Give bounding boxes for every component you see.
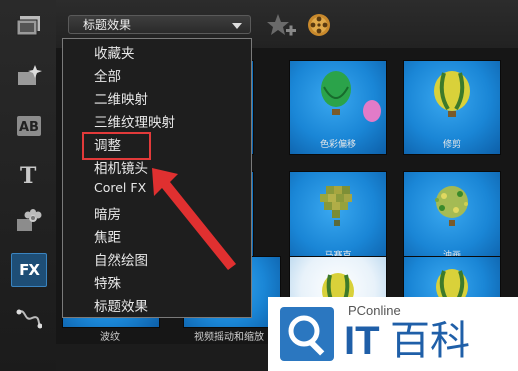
title-t-icon: T — [20, 163, 37, 186]
svg-text:T: T — [20, 163, 37, 186]
thumb-caption: 色彩偏移 — [319, 140, 356, 150]
watermark-brand-cn: 百科 — [390, 318, 470, 364]
menu-item[interactable]: 焦距 — [94, 226, 121, 246]
watermark: PConline IT 百科 — [268, 297, 518, 371]
highlight-box — [82, 132, 151, 160]
menu-item[interactable]: 特殊 — [94, 272, 121, 292]
chevron-down-icon — [232, 23, 242, 29]
add-star-icon[interactable] — [267, 13, 297, 39]
svg-text:AB: AB — [19, 120, 39, 135]
sidebar-item-path[interactable] — [12, 302, 46, 334]
menu-item[interactable]: 暗房 — [94, 203, 121, 223]
sidebar-item-instant-project[interactable] — [12, 60, 46, 92]
filmstrip-icon — [16, 16, 40, 36]
menu-item[interactable]: 三维纹理映射 — [94, 111, 175, 131]
watermark-brand-latin: IT — [344, 319, 380, 363]
menu-item[interactable]: 标题效果 — [94, 295, 148, 315]
menu-item[interactable]: 二维映射 — [94, 88, 148, 108]
balloon-image — [321, 71, 381, 122]
thumb-caption: 修剪 — [442, 140, 461, 150]
sidebar-item-filters[interactable]: FX — [11, 253, 47, 287]
effect-thumb[interactable]: 修剪 — [403, 60, 501, 155]
menu-item[interactable]: 自然绘图 — [94, 249, 148, 269]
fx-icon: FX — [19, 261, 40, 279]
motion-path-icon — [16, 309, 42, 329]
balloon-image — [434, 71, 470, 117]
flower-graphic-icon — [17, 209, 42, 231]
tool-sidebar: AB T FX — [0, 0, 57, 371]
sidebar-item-graphics[interactable] — [12, 205, 46, 237]
effect-thumb[interactable]: 色彩偏移 — [289, 60, 387, 155]
thumb-label: 波纹 — [100, 332, 120, 343]
category-dropdown-value: 标题效果 — [83, 18, 132, 32]
sidebar-item-title[interactable]: T — [12, 158, 46, 190]
menu-item[interactable]: Corel FX — [94, 180, 146, 195]
menu-item[interactable]: 全部 — [94, 65, 121, 85]
magnifier-logo-icon — [280, 307, 334, 361]
category-dropdown[interactable]: 标题效果 — [68, 15, 251, 34]
sidebar-item-transitions[interactable]: AB — [12, 110, 46, 142]
film-reel-icon[interactable] — [307, 13, 331, 37]
sparkle-film-icon — [18, 65, 42, 85]
ab-transition-icon: AB — [17, 116, 41, 136]
menu-item[interactable]: 收藏夹 — [94, 42, 135, 62]
pointer-arrow — [152, 168, 236, 270]
effect-thumb[interactable]: 马赛克 — [289, 171, 387, 266]
balloon-image — [320, 186, 352, 226]
sidebar-item-media[interactable] — [12, 10, 46, 42]
effect-thumb[interactable]: 油画 — [403, 171, 501, 266]
watermark-site: PConline — [348, 303, 401, 318]
menu-item[interactable]: 相机镜头 — [94, 157, 148, 177]
balloon-image — [435, 186, 468, 226]
